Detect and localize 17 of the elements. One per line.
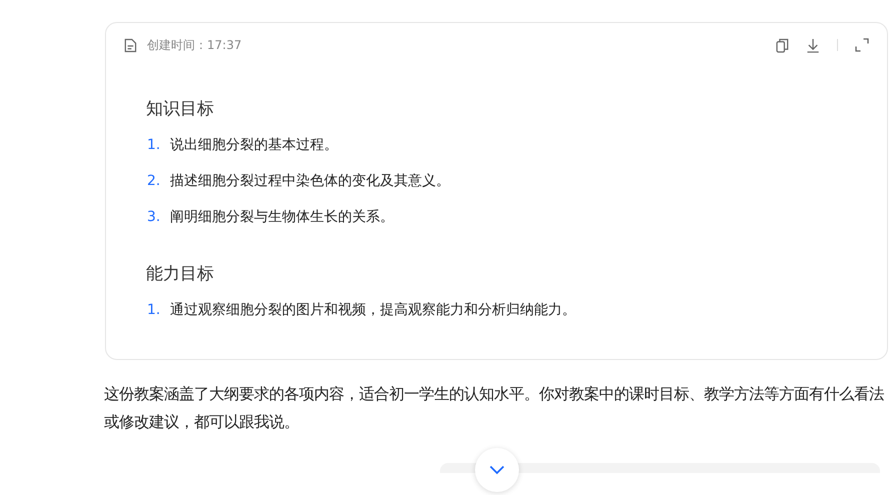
list-number: 1.: [147, 301, 162, 320]
document-icon: [124, 38, 137, 52]
list-item-text: 说出细胞分裂的基本过程。: [170, 136, 338, 155]
list-item-text: 阐明细胞分裂与生物体生长的关系。: [170, 208, 394, 227]
section-heading: 知识目标: [146, 98, 215, 121]
list-item-text: 描述细胞分裂过程中染色体的变化及其意义。: [170, 172, 450, 191]
created-time: 创建时间：17:37: [147, 36, 242, 54]
download-icon[interactable]: [806, 38, 820, 52]
list-number: 2.: [147, 172, 162, 191]
chevron-down-icon: [489, 465, 505, 475]
list-item-text: 通过观察细胞分裂的图片和视频，提高观察能力和分析归纳能力。: [170, 301, 576, 320]
list-number: 3.: [147, 208, 162, 227]
section-heading: 能力目标: [146, 263, 215, 286]
message-text: 这份教案涵盖了大纲要求的各项内容，适合初一学生的认知水平。你对教案中的课时目标、教学方法等方面有什么看法或修改建议，都可以跟我说。: [104, 384, 885, 433]
expand-icon[interactable]: [855, 38, 869, 52]
list-number: 1.: [147, 136, 162, 155]
copy-icon[interactable]: [776, 38, 789, 52]
